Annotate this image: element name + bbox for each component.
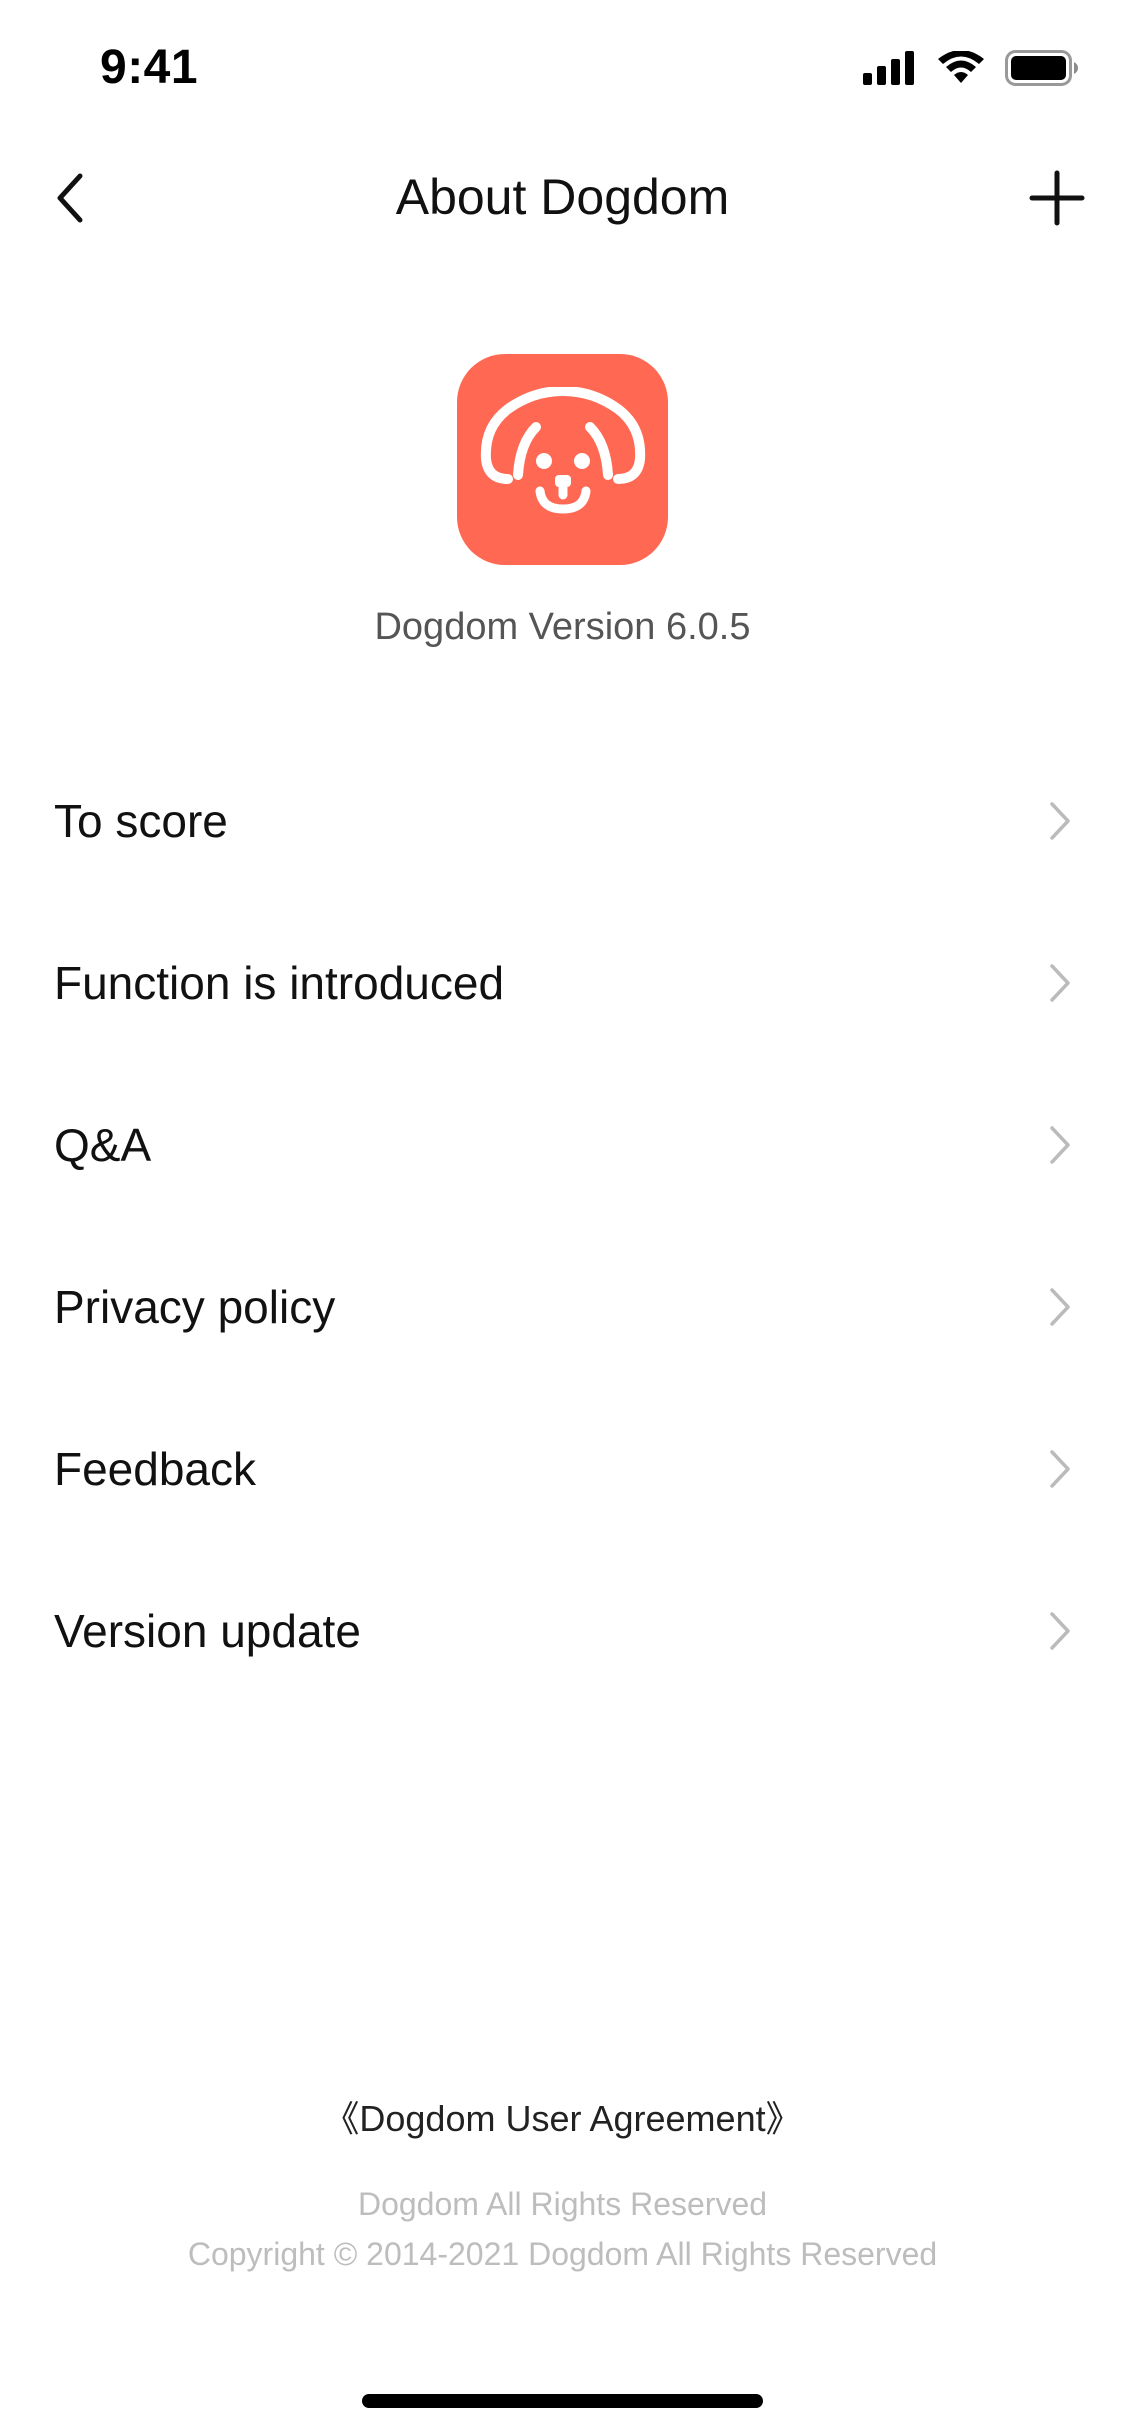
navigation-bar: About Dogdom: [0, 150, 1125, 250]
menu-item-privacy-policy[interactable]: Privacy policy: [0, 1226, 1125, 1388]
menu-list: To score Function is introduced Q&A Priv…: [0, 740, 1125, 1712]
chevron-right-icon: [1045, 799, 1075, 843]
wifi-icon: [937, 50, 985, 90]
menu-item-label: Q&A: [54, 1119, 152, 1171]
menu-item-label: To score: [54, 795, 228, 847]
status-bar: 9:41: [0, 0, 1125, 132]
menu-item-version-update[interactable]: Version update: [0, 1550, 1125, 1712]
dog-face-icon: [478, 385, 648, 532]
menu-item-to-score[interactable]: To score: [0, 740, 1125, 902]
rights-text: Dogdom All Rights Reserved: [357, 2186, 768, 2222]
menu-item-label: Version update: [54, 1605, 361, 1657]
chevron-right-icon: [1045, 1123, 1075, 1167]
battery-icon: [1005, 50, 1079, 91]
app-version: Dogdom Version 6.0.5: [374, 606, 751, 648]
menu-item-feedback[interactable]: Feedback: [0, 1388, 1125, 1550]
status-time: 9:41: [100, 41, 199, 94]
menu-item-qa[interactable]: Q&A: [0, 1064, 1125, 1226]
page-title: About Dogdom: [395, 169, 730, 225]
app-logo: [457, 354, 668, 565]
chevron-right-icon: [1045, 961, 1075, 1005]
copyright-text: Copyright © 2014-2021 Dogdom All Rights …: [187, 2236, 938, 2272]
add-button[interactable]: [1025, 168, 1089, 232]
menu-item-label: Feedback: [54, 1443, 257, 1495]
chevron-right-icon: [1045, 1609, 1075, 1653]
status-icons: [863, 50, 1079, 91]
cellular-signal-icon: [863, 51, 917, 90]
chevron-right-icon: [1045, 1447, 1075, 1491]
menu-item-function-introduced[interactable]: Function is introduced: [0, 902, 1125, 1064]
chevron-right-icon: [1045, 1285, 1075, 1329]
plus-icon: [1028, 169, 1086, 232]
user-agreement-link[interactable]: 《Dogdom User Agreement》: [0, 2090, 1125, 2142]
menu-item-label: Privacy policy: [54, 1281, 336, 1333]
home-indicator[interactable]: [362, 2394, 763, 2408]
menu-item-label: Function is introduced: [54, 957, 505, 1009]
